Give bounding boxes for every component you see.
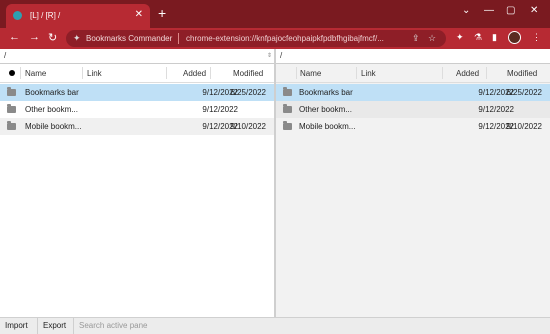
column-modified[interactable]: Modified <box>233 69 263 78</box>
left-column-header: Name Link Added Modified <box>0 64 274 83</box>
browser-tab[interactable]: [L] / [R] / ✕ <box>6 4 150 28</box>
table-row[interactable]: Mobile bookm... 9/12/2022 9/10/2022 <box>276 118 550 135</box>
commander-content: / ⇕ Name Link Added Modified Bookmarks b… <box>0 49 550 317</box>
profile-avatar[interactable] <box>508 31 521 44</box>
table-row[interactable]: Mobile bookm... 9/12/2022 9/10/2022 <box>0 118 274 135</box>
column-separator <box>296 67 297 79</box>
column-separator <box>356 67 357 79</box>
column-separator <box>20 67 21 79</box>
column-name[interactable]: Name <box>300 69 321 78</box>
left-path: / <box>4 51 7 60</box>
column-separator <box>82 67 83 79</box>
omnibox-separator <box>178 33 179 44</box>
browser-menu-icon[interactable]: ⋮ <box>532 32 541 43</box>
column-separator <box>486 67 487 79</box>
table-row[interactable]: Bookmarks bar 9/12/2022 6/25/2022 <box>276 84 550 101</box>
column-separator <box>210 67 211 79</box>
bottom-bar: Import Export Search active pane <box>0 317 550 334</box>
tab-title: [L] / [R] / <box>30 11 61 20</box>
folder-icon <box>7 104 16 113</box>
folder-icon <box>7 87 16 96</box>
column-separator <box>442 67 443 79</box>
row-name: Other bookm... <box>299 105 352 114</box>
select-all-dot-icon[interactable] <box>9 70 15 76</box>
close-window-button[interactable]: ✕ <box>530 5 538 16</box>
extension-puzzle-icon: ✦ <box>73 33 81 43</box>
import-button[interactable]: Import <box>0 318 38 334</box>
folder-icon <box>283 121 292 130</box>
new-tab-button[interactable]: + <box>158 6 166 20</box>
right-path: / <box>280 51 283 60</box>
row-modified: 9/10/2022 <box>506 122 542 131</box>
row-added: 9/12/2022 <box>478 105 514 114</box>
tab-close-icon[interactable]: ✕ <box>135 9 143 20</box>
left-path-bar[interactable]: / ⇕ <box>0 49 274 64</box>
url-text[interactable]: chrome-extension://knfpajocfeohpaipkfpdb… <box>186 34 406 43</box>
column-link[interactable]: Link <box>87 69 102 78</box>
row-name: Bookmarks bar <box>299 88 353 97</box>
right-pane[interactable]: / Name Link Added Modified Bookmarks bar… <box>276 49 550 317</box>
tab-search-icon[interactable]: ⌄ <box>462 5 470 16</box>
table-row[interactable]: Other bookm... 9/12/2022 <box>276 101 550 118</box>
title-bar: [L] / [R] / ✕ + ⌄ — ▢ ✕ <box>0 0 550 28</box>
forward-button[interactable]: → <box>29 31 40 43</box>
maximize-button[interactable]: ▢ <box>506 5 515 16</box>
side-panel-icon[interactable]: ▮ <box>492 32 497 43</box>
minimize-button[interactable]: — <box>484 5 494 16</box>
lab-flask-icon[interactable]: ⚗ <box>474 32 482 43</box>
address-bar[interactable]: ✦ Bookmarks Commander chrome-extension:/… <box>66 30 446 47</box>
tab-favicon-icon <box>13 11 22 20</box>
extensions-icon[interactable]: ✦ <box>456 32 464 43</box>
row-modified: 6/25/2022 <box>230 88 266 97</box>
right-path-bar[interactable]: / <box>276 49 550 64</box>
path-sort-icon: ⇕ <box>266 53 272 59</box>
share-icon[interactable]: ⇪ <box>412 33 420 44</box>
back-button[interactable]: ← <box>9 31 20 43</box>
bookmark-star-icon[interactable]: ☆ <box>428 33 436 44</box>
export-button[interactable]: Export <box>38 318 74 334</box>
reload-button[interactable]: ↻ <box>48 31 57 44</box>
row-added: 9/12/2022 <box>202 105 238 114</box>
table-row[interactable]: Other bookm... 9/12/2022 <box>0 101 274 118</box>
right-column-header: Name Link Added Modified <box>276 64 550 83</box>
column-name[interactable]: Name <box>25 69 46 78</box>
row-name: Bookmarks bar <box>25 88 79 97</box>
row-name: Other bookm... <box>25 105 78 114</box>
folder-icon <box>283 87 292 96</box>
column-link[interactable]: Link <box>361 69 376 78</box>
column-added[interactable]: Added <box>183 69 206 78</box>
browser-toolbar: ← → ↻ ✦ Bookmarks Commander chrome-exten… <box>0 28 550 49</box>
table-row[interactable]: Bookmarks bar 9/12/2022 6/25/2022 <box>0 84 274 101</box>
row-modified: 6/25/2022 <box>506 88 542 97</box>
left-pane[interactable]: / ⇕ Name Link Added Modified Bookmarks b… <box>0 49 274 317</box>
column-modified[interactable]: Modified <box>507 69 537 78</box>
column-added[interactable]: Added <box>456 69 479 78</box>
row-modified: 9/10/2022 <box>230 122 266 131</box>
browser-window: [L] / [R] / ✕ + ⌄ — ▢ ✕ ← → ↻ ✦ Bookmark… <box>0 0 550 334</box>
folder-icon <box>283 104 292 113</box>
folder-icon <box>7 121 16 130</box>
search-input[interactable]: Search active pane <box>74 318 544 334</box>
site-name: Bookmarks Commander <box>86 34 173 43</box>
row-name: Mobile bookm... <box>25 122 82 131</box>
row-name: Mobile bookm... <box>299 122 356 131</box>
column-separator <box>166 67 167 79</box>
